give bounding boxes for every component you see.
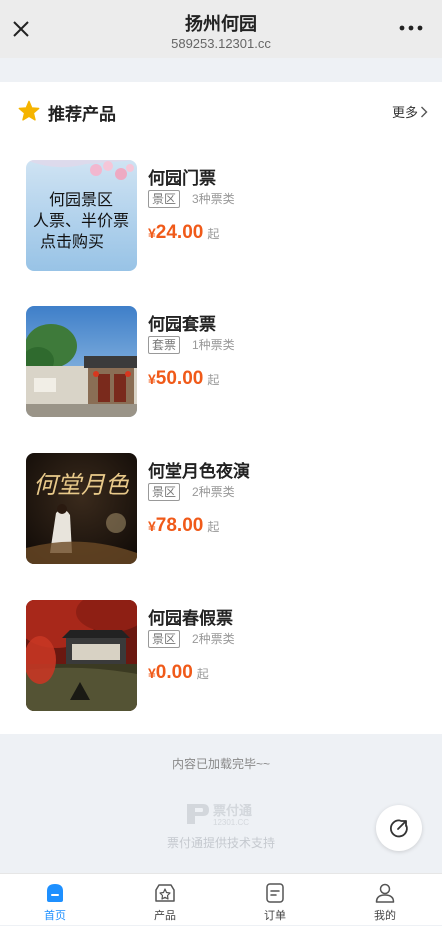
product-name: 何园门票 xyxy=(148,169,216,188)
product-price: ¥78.00 起 xyxy=(148,515,219,537)
price-suffix: 起 xyxy=(207,520,220,534)
product-tag: 套票 xyxy=(148,336,181,354)
product-name: 何堂月色夜演 xyxy=(148,462,250,481)
tab-label: 我的 xyxy=(374,910,396,922)
price-suffix: 起 xyxy=(207,373,220,387)
product-price: ¥24.00 起 xyxy=(148,222,219,244)
thumb-text-line: 何园景区 xyxy=(49,191,113,209)
ticket-kinds: 2种票类 xyxy=(192,632,235,646)
price-value: 78.00 xyxy=(155,515,204,536)
share-button[interactable] xyxy=(376,805,422,851)
product-item[interactable]: 何堂月色 何堂月色夜演 景区 2种票类 ¥78.00 起 xyxy=(0,453,442,565)
product-thumbnail xyxy=(26,306,137,417)
price-value: 50.00 xyxy=(155,368,204,389)
chevron-right-icon[interactable] xyxy=(420,106,428,118)
share-icon xyxy=(389,819,408,838)
price-suffix: 起 xyxy=(196,667,209,681)
section-title: 推荐产品 xyxy=(48,105,116,124)
loaded-message: 内容已加载完毕~~ xyxy=(171,757,271,771)
product-thumbnail: 何堂月色 xyxy=(26,453,137,564)
support-text: 票付通提供技术支持 xyxy=(166,836,275,850)
ticket-kinds: 2种票类 xyxy=(192,485,235,499)
price-currency: ¥ xyxy=(148,665,156,681)
product-tag: 景区 xyxy=(148,630,181,648)
page-title: 扬州何园 xyxy=(185,14,257,34)
product-name: 何园春假票 xyxy=(148,609,233,628)
price-currency: ¥ xyxy=(148,371,156,387)
profile-icon xyxy=(375,883,395,903)
ticket-kinds: 1种票类 xyxy=(192,338,235,352)
product-tag: 景区 xyxy=(148,483,181,501)
tab-label: 首页 xyxy=(44,910,66,922)
ticket-kinds: 3种票类 xyxy=(192,192,235,206)
pft-logo: 票付通 12301.CC xyxy=(187,803,252,827)
product-item[interactable]: 何园景区 人票、半价票 点击购买 何园门票 景区 3种票类 ¥24.00 起 xyxy=(0,160,442,272)
tab-label: 订单 xyxy=(264,910,286,922)
price-value: 0.00 xyxy=(155,662,193,683)
product-thumbnail: 何园景区 人票、半价票 点击购买 xyxy=(26,160,137,271)
title-bar: 扬州何园 589253.12301.cc xyxy=(0,0,442,58)
brand-name: 票付通 xyxy=(213,803,252,818)
price-suffix: 起 xyxy=(207,227,220,241)
thumb-calligraphy: 何堂月色 xyxy=(33,472,130,499)
price-value: 24.00 xyxy=(155,222,204,243)
tab-profile[interactable]: 我的 xyxy=(330,874,440,926)
tab-products[interactable]: 产品 xyxy=(110,874,220,926)
tab-home[interactable]: 首页 xyxy=(0,874,110,926)
product-tag: 景区 xyxy=(148,190,181,208)
home-icon xyxy=(47,884,63,902)
product-price: ¥0.00 起 xyxy=(148,662,209,684)
more-options-icon[interactable] xyxy=(398,20,424,36)
star-icon xyxy=(18,100,40,121)
recommended-products-card: 推荐产品 更多 何园景区 人票、半价票 点击购买 何园门票 景区 3种票类 ¥2… xyxy=(0,82,442,734)
price-currency: ¥ xyxy=(148,225,156,241)
product-item[interactable]: 何园套票 套票 1种票类 ¥50.00 起 xyxy=(0,306,442,418)
thumb-text-line: 点击购买 xyxy=(40,233,104,251)
product-name: 何园套票 xyxy=(148,315,216,334)
section-header: 推荐产品 更多 xyxy=(0,82,442,138)
product-icon xyxy=(155,884,175,902)
tab-label: 产品 xyxy=(154,910,176,922)
product-price: ¥50.00 起 xyxy=(148,368,219,390)
brand-domain: 12301.CC xyxy=(213,818,249,827)
page-url: 589253.12301.cc xyxy=(171,36,271,51)
price-currency: ¥ xyxy=(148,518,156,534)
more-link[interactable]: 更多 xyxy=(392,102,418,121)
order-icon xyxy=(266,883,284,903)
bottom-tab-bar: 首页 产品 订单 我的 xyxy=(0,873,442,925)
tab-orders[interactable]: 订单 xyxy=(220,874,330,926)
product-item[interactable]: 何园春假票 景区 2种票类 ¥0.00 起 xyxy=(0,600,442,712)
product-thumbnail xyxy=(26,600,137,711)
thumb-text-line: 人票、半价票 xyxy=(33,212,129,230)
